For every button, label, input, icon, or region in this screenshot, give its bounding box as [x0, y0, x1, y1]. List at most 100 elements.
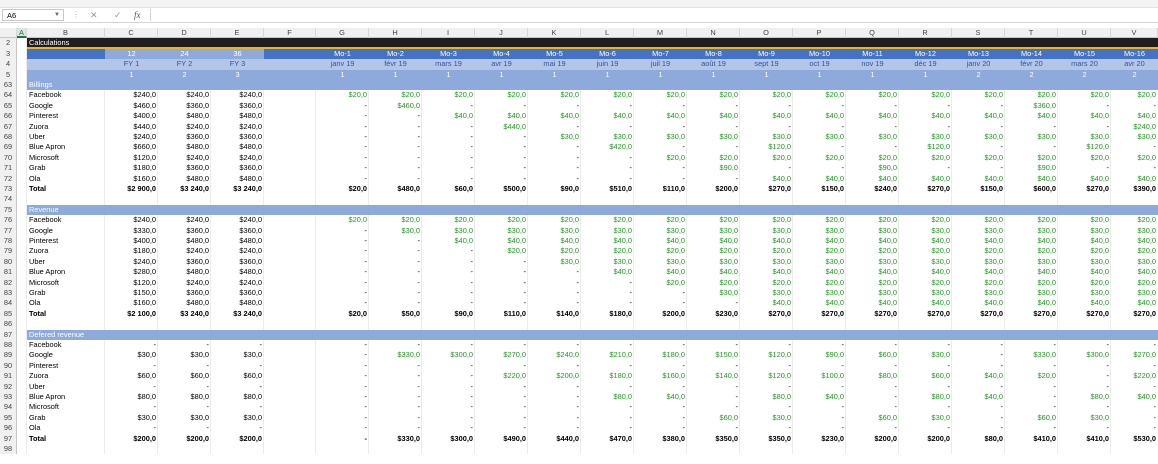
timeline-header-cell[interactable]: Mo-14: [1005, 48, 1058, 60]
month-value-cell[interactable]: $20,0: [1058, 153, 1111, 163]
month-total-cell[interactable]: $500,0: [475, 184, 528, 194]
month-total-cell[interactable]: $150,0: [952, 184, 1005, 194]
timeline-header-cell[interactable]: 1: [581, 69, 634, 80]
month-value-cell[interactable]: -: [687, 402, 740, 412]
month-value-cell[interactable]: $40,0: [475, 236, 528, 246]
timeline-header-cell[interactable]: 2: [952, 69, 1005, 80]
month-value-cell[interactable]: -: [316, 163, 369, 173]
month-value-cell[interactable]: -: [369, 257, 422, 267]
month-value-cell[interactable]: -: [475, 392, 528, 402]
month-value-cell[interactable]: $20,0: [528, 246, 581, 256]
company-label[interactable]: Microsoft: [27, 153, 105, 163]
fy-value-cell[interactable]: $240,0: [211, 246, 264, 256]
month-value-cell[interactable]: -: [1111, 142, 1158, 152]
month-value-cell[interactable]: $40,0: [899, 298, 952, 308]
fy-value-cell[interactable]: $480,0: [158, 298, 211, 308]
month-value-cell[interactable]: $30,0: [1005, 226, 1058, 236]
timeline-header-cell[interactable]: 3: [211, 69, 264, 80]
month-value-cell[interactable]: $20,0: [581, 246, 634, 256]
month-value-cell[interactable]: -: [369, 392, 422, 402]
fy-value-cell[interactable]: $80,0: [105, 392, 158, 402]
fy-value-cell[interactable]: $80,0: [211, 392, 264, 402]
month-value-cell[interactable]: -: [475, 340, 528, 350]
month-value-cell[interactable]: $30,0: [1058, 257, 1111, 267]
fy-value-cell[interactable]: $360,0: [158, 101, 211, 111]
month-value-cell[interactable]: $40,0: [1111, 392, 1158, 402]
fy-value-cell[interactable]: -: [105, 423, 158, 433]
fy-value-cell[interactable]: $240,0: [211, 278, 264, 288]
fy-total-cell[interactable]: $200,0: [158, 434, 211, 444]
month-value-cell[interactable]: -: [369, 382, 422, 392]
timeline-header-cell[interactable]: Mo-9: [740, 48, 793, 60]
month-value-cell[interactable]: -: [952, 382, 1005, 392]
month-value-cell[interactable]: $60,0: [899, 371, 952, 381]
month-value-cell[interactable]: -: [422, 423, 475, 433]
month-total-cell[interactable]: $50,0: [369, 309, 422, 319]
month-value-cell[interactable]: $40,0: [1005, 174, 1058, 184]
month-value-cell[interactable]: $30,0: [846, 226, 899, 236]
month-value-cell[interactable]: -: [475, 288, 528, 298]
month-value-cell[interactable]: -: [369, 236, 422, 246]
month-value-cell[interactable]: -: [316, 413, 369, 423]
month-value-cell[interactable]: -: [687, 361, 740, 371]
row-header[interactable]: 92: [0, 381, 17, 392]
month-value-cell[interactable]: -: [1058, 371, 1111, 381]
column-header-c[interactable]: C: [105, 28, 158, 39]
month-value-cell[interactable]: $80,0: [899, 392, 952, 402]
total-label[interactable]: Total: [27, 309, 105, 319]
month-value-cell[interactable]: -: [634, 298, 687, 308]
company-label[interactable]: Google: [27, 350, 105, 360]
month-value-cell[interactable]: $440,0: [475, 122, 528, 132]
month-value-cell[interactable]: -: [634, 413, 687, 423]
column-header-l[interactable]: L: [581, 28, 634, 39]
row-header[interactable]: 87: [0, 329, 17, 340]
month-value-cell[interactable]: -: [793, 122, 846, 132]
month-value-cell[interactable]: $80,0: [581, 392, 634, 402]
company-label[interactable]: Grab: [27, 413, 105, 423]
company-label[interactable]: Google: [27, 101, 105, 111]
row-header[interactable]: 82: [0, 277, 17, 288]
month-value-cell[interactable]: -: [687, 101, 740, 111]
month-value-cell[interactable]: $20,0: [634, 215, 687, 225]
month-value-cell[interactable]: $20,0: [634, 246, 687, 256]
month-value-cell[interactable]: -: [422, 257, 475, 267]
fy-total-cell[interactable]: $3 240,0: [158, 184, 211, 194]
company-label[interactable]: Ola: [27, 174, 105, 184]
timeline-header-cell[interactable]: janv 20: [952, 59, 1005, 70]
month-value-cell[interactable]: -: [422, 246, 475, 256]
month-value-cell[interactable]: -: [581, 288, 634, 298]
month-value-cell[interactable]: $20,0: [528, 215, 581, 225]
month-value-cell[interactable]: -: [1111, 402, 1158, 412]
company-label[interactable]: Pinterest: [27, 361, 105, 371]
month-value-cell[interactable]: $120,0: [899, 142, 952, 152]
month-value-cell[interactable]: $20,0: [422, 215, 475, 225]
month-value-cell[interactable]: $300,0: [1058, 350, 1111, 360]
row-header[interactable]: 91: [0, 371, 17, 382]
month-value-cell[interactable]: $30,0: [422, 226, 475, 236]
row-header[interactable]: 81: [0, 267, 17, 278]
month-value-cell[interactable]: -: [634, 361, 687, 371]
month-value-cell[interactable]: $60,0: [846, 350, 899, 360]
month-value-cell[interactable]: -: [1005, 402, 1058, 412]
timeline-header-cell[interactable]: 1: [899, 69, 952, 80]
column-header-h[interactable]: H: [369, 28, 422, 39]
month-value-cell[interactable]: -: [422, 413, 475, 423]
month-value-cell[interactable]: $30,0: [634, 226, 687, 236]
month-value-cell[interactable]: -: [1005, 423, 1058, 433]
month-value-cell[interactable]: $40,0: [1058, 111, 1111, 121]
month-value-cell[interactable]: -: [1005, 122, 1058, 132]
fy-value-cell[interactable]: -: [158, 423, 211, 433]
month-total-cell[interactable]: $410,0: [1058, 434, 1111, 444]
month-total-cell[interactable]: $20,0: [316, 309, 369, 319]
month-value-cell[interactable]: $20,0: [1005, 90, 1058, 100]
fy-value-cell[interactable]: $60,0: [211, 371, 264, 381]
month-value-cell[interactable]: -: [422, 174, 475, 184]
month-value-cell[interactable]: -: [1058, 101, 1111, 111]
month-value-cell[interactable]: $30,0: [528, 226, 581, 236]
month-value-cell[interactable]: -: [475, 153, 528, 163]
month-value-cell[interactable]: -: [316, 132, 369, 142]
month-value-cell[interactable]: -: [952, 340, 1005, 350]
fy-value-cell[interactable]: $160,0: [105, 174, 158, 184]
month-value-cell[interactable]: $30,0: [740, 257, 793, 267]
month-value-cell[interactable]: -: [369, 278, 422, 288]
